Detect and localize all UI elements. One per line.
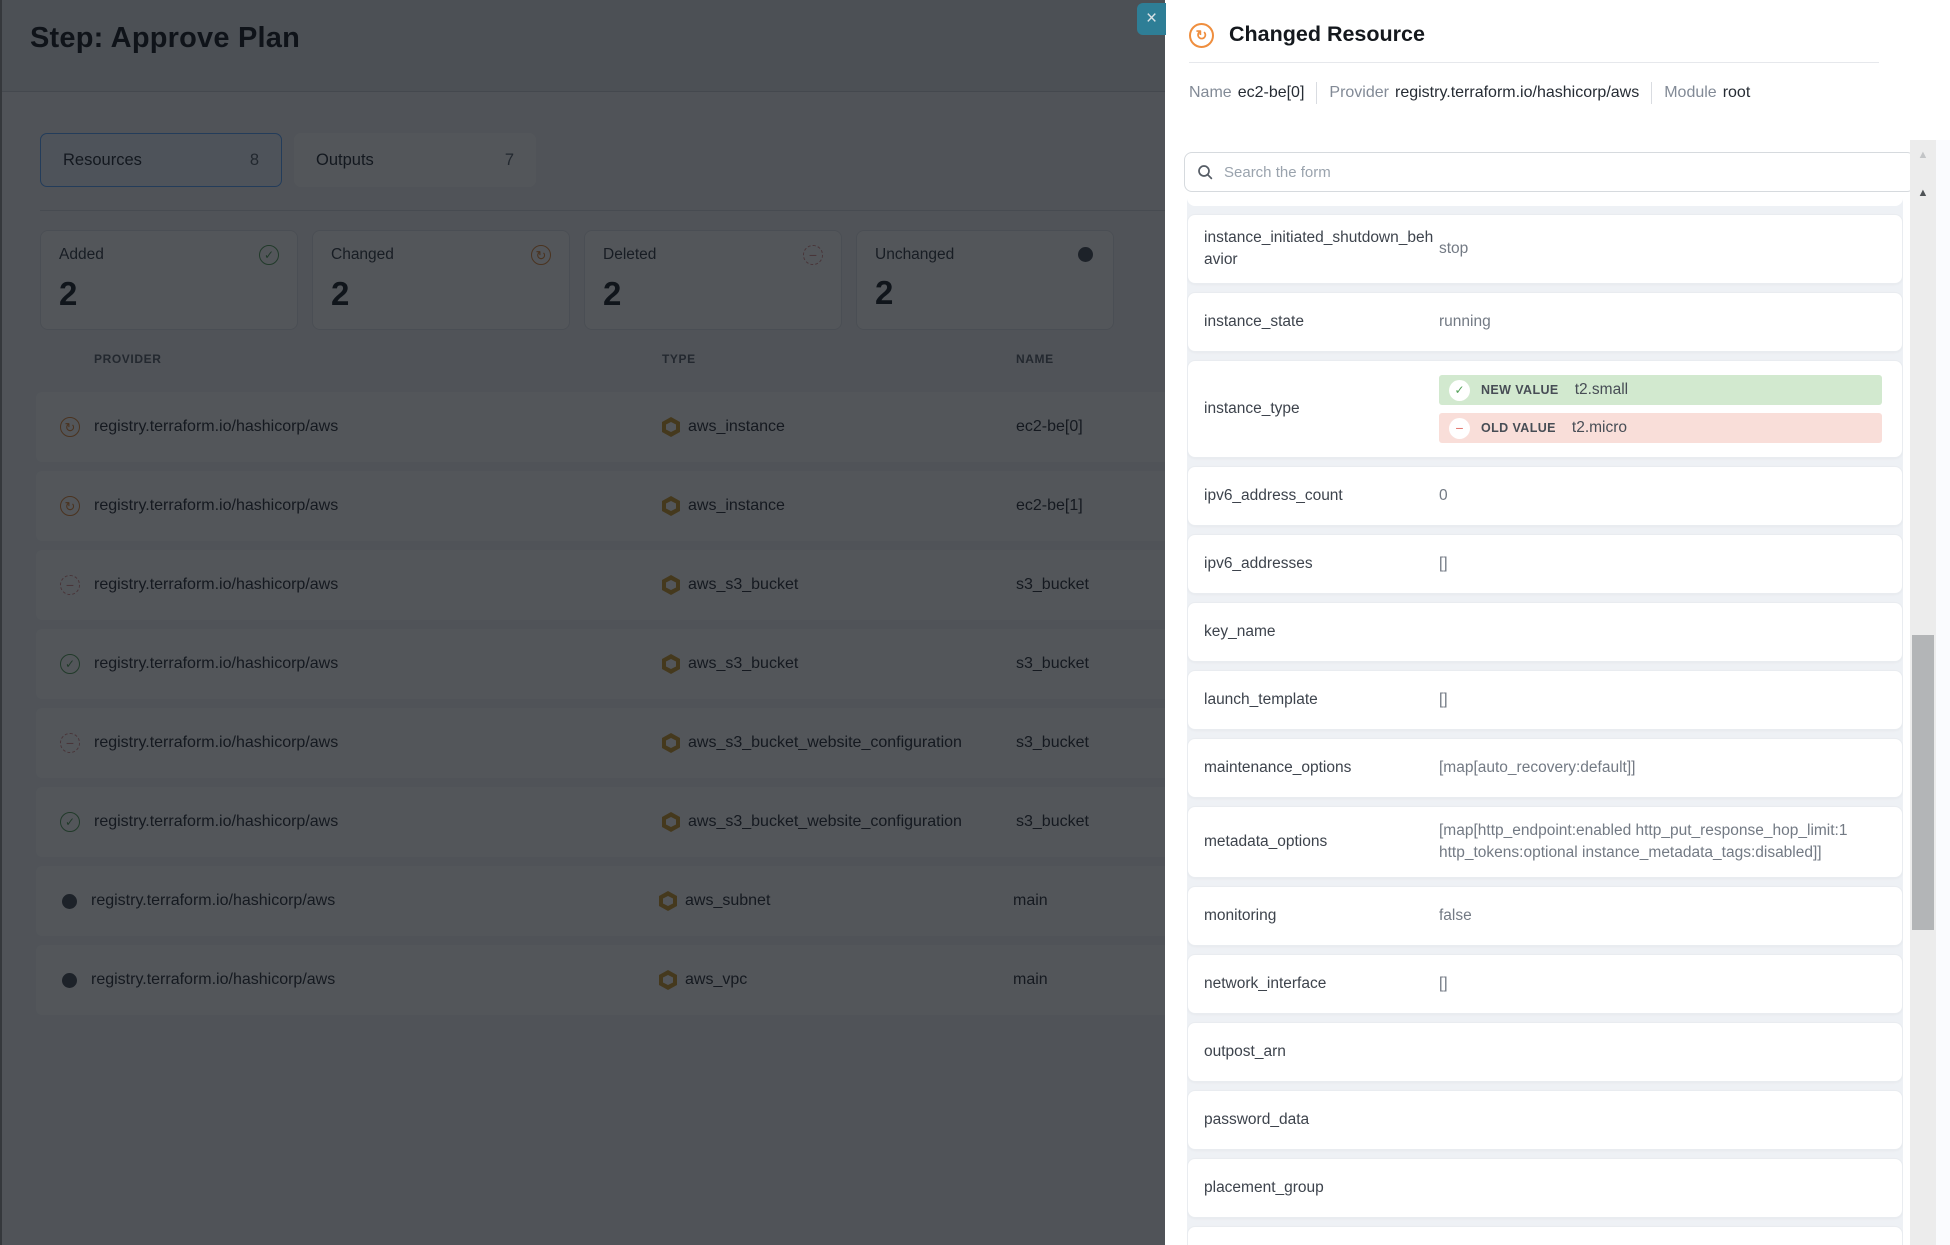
new-value-chip: ✓ NEW VALUE t2.small: [1439, 375, 1882, 405]
minus-circle-icon: −: [1449, 418, 1470, 439]
old-value-label: OLD VALUE: [1481, 421, 1556, 435]
meta-name-label: Name: [1189, 84, 1232, 102]
scroll-up-icon[interactable]: ▲: [1910, 186, 1936, 200]
meta-provider-value: registry.terraform.io/hashicorp/aws: [1395, 84, 1639, 102]
close-icon: ×: [1146, 8, 1157, 30]
attribute-key: ipv6_address_count: [1204, 485, 1439, 507]
new-value-text: t2.small: [1575, 381, 1628, 399]
meta-separator: [1651, 82, 1652, 104]
partial-row-bottom: [1187, 1226, 1903, 1245]
attribute-key: network_interface: [1204, 973, 1439, 995]
attribute-key: ipv6_addresses: [1204, 553, 1439, 575]
window-edge: [0, 0, 2, 1245]
attribute-value: false: [1439, 905, 1886, 927]
old-value-chip: − OLD VALUE t2.micro: [1439, 413, 1882, 443]
attribute-row: password_data: [1187, 1090, 1903, 1150]
attribute-value: stop: [1439, 238, 1886, 260]
attribute-row: placement_group: [1187, 1158, 1903, 1218]
meta-provider-label: Provider: [1329, 84, 1389, 102]
attribute-key: instance_initiated_shutdown_behavior: [1204, 227, 1439, 272]
drawer-divider: [1189, 62, 1879, 63]
attribute-key: outpost_arn: [1204, 1041, 1439, 1063]
attribute-list[interactable]: instance_initiated_shutdown_behavior sto…: [1187, 198, 1903, 1245]
modal-dim-overlay[interactable]: [0, 0, 1165, 1245]
search-input[interactable]: [1222, 163, 1902, 182]
scroll-up-icon[interactable]: ▲: [1910, 148, 1936, 162]
attribute-key: password_data: [1204, 1109, 1439, 1131]
scrollbar-thumb[interactable]: [1912, 635, 1934, 930]
attribute-row: launch_template []: [1187, 670, 1903, 730]
partial-row-top: [1187, 198, 1903, 206]
attribute-value: running: [1439, 311, 1886, 333]
attribute-value: []: [1439, 689, 1886, 711]
attribute-key: instance_type: [1204, 398, 1439, 420]
attribute-value: [map[auto_recovery:default]]: [1439, 757, 1886, 779]
app-root: Step: Approve Plan Resources 8 Outputs 7…: [0, 0, 1950, 1245]
attribute-value: []: [1439, 973, 1886, 995]
drawer-title: Changed Resource: [1229, 22, 1425, 47]
attribute-row: outpost_arn: [1187, 1022, 1903, 1082]
meta-module-value: root: [1723, 84, 1751, 102]
resource-meta: Name ec2-be[0] Provider registry.terrafo…: [1189, 82, 1750, 104]
attribute-row: maintenance_options [map[auto_recovery:d…: [1187, 738, 1903, 798]
new-value-label: NEW VALUE: [1481, 383, 1559, 397]
attribute-row: key_name: [1187, 602, 1903, 662]
attribute-value: [map[http_endpoint:enabled http_put_resp…: [1439, 820, 1886, 865]
attribute-row: network_interface []: [1187, 954, 1903, 1014]
close-drawer-button[interactable]: ×: [1137, 3, 1166, 35]
attribute-value: []: [1439, 553, 1886, 575]
value-diff: ✓ NEW VALUE t2.small − OLD VALUE t2.micr…: [1439, 375, 1886, 443]
meta-module-label: Module: [1664, 84, 1716, 102]
attribute-row: ipv6_addresses []: [1187, 534, 1903, 594]
changed-resource-drawer: ↻ Changed Resource Name ec2-be[0] Provid…: [1165, 0, 1950, 1245]
search-icon: [1197, 164, 1213, 180]
attribute-key: instance_state: [1204, 311, 1439, 333]
attribute-key: launch_template: [1204, 689, 1439, 711]
attribute-key: maintenance_options: [1204, 757, 1439, 779]
refresh-circle-icon: ↻: [1189, 23, 1214, 48]
old-value-text: t2.micro: [1572, 419, 1627, 437]
attribute-row: ipv6_address_count 0: [1187, 466, 1903, 526]
attribute-key: key_name: [1204, 621, 1439, 643]
attribute-row: instance_initiated_shutdown_behavior sto…: [1187, 214, 1903, 284]
meta-separator: [1316, 82, 1317, 104]
attribute-key: metadata_options: [1204, 831, 1439, 853]
attribute-key: monitoring: [1204, 905, 1439, 927]
check-circle-icon: ✓: [1449, 380, 1470, 401]
outer-scrollbar-gutter: [1936, 140, 1950, 1245]
attribute-key: placement_group: [1204, 1177, 1439, 1199]
attribute-row: metadata_options [map[http_endpoint:enab…: [1187, 806, 1903, 878]
attribute-row-diff: instance_type ✓ NEW VALUE t2.small − OLD…: [1187, 360, 1903, 458]
attribute-row: instance_state running: [1187, 292, 1903, 352]
meta-name-value: ec2-be[0]: [1238, 84, 1305, 102]
attribute-value: 0: [1439, 485, 1886, 507]
search-box: [1184, 152, 1915, 192]
attribute-row: monitoring false: [1187, 886, 1903, 946]
